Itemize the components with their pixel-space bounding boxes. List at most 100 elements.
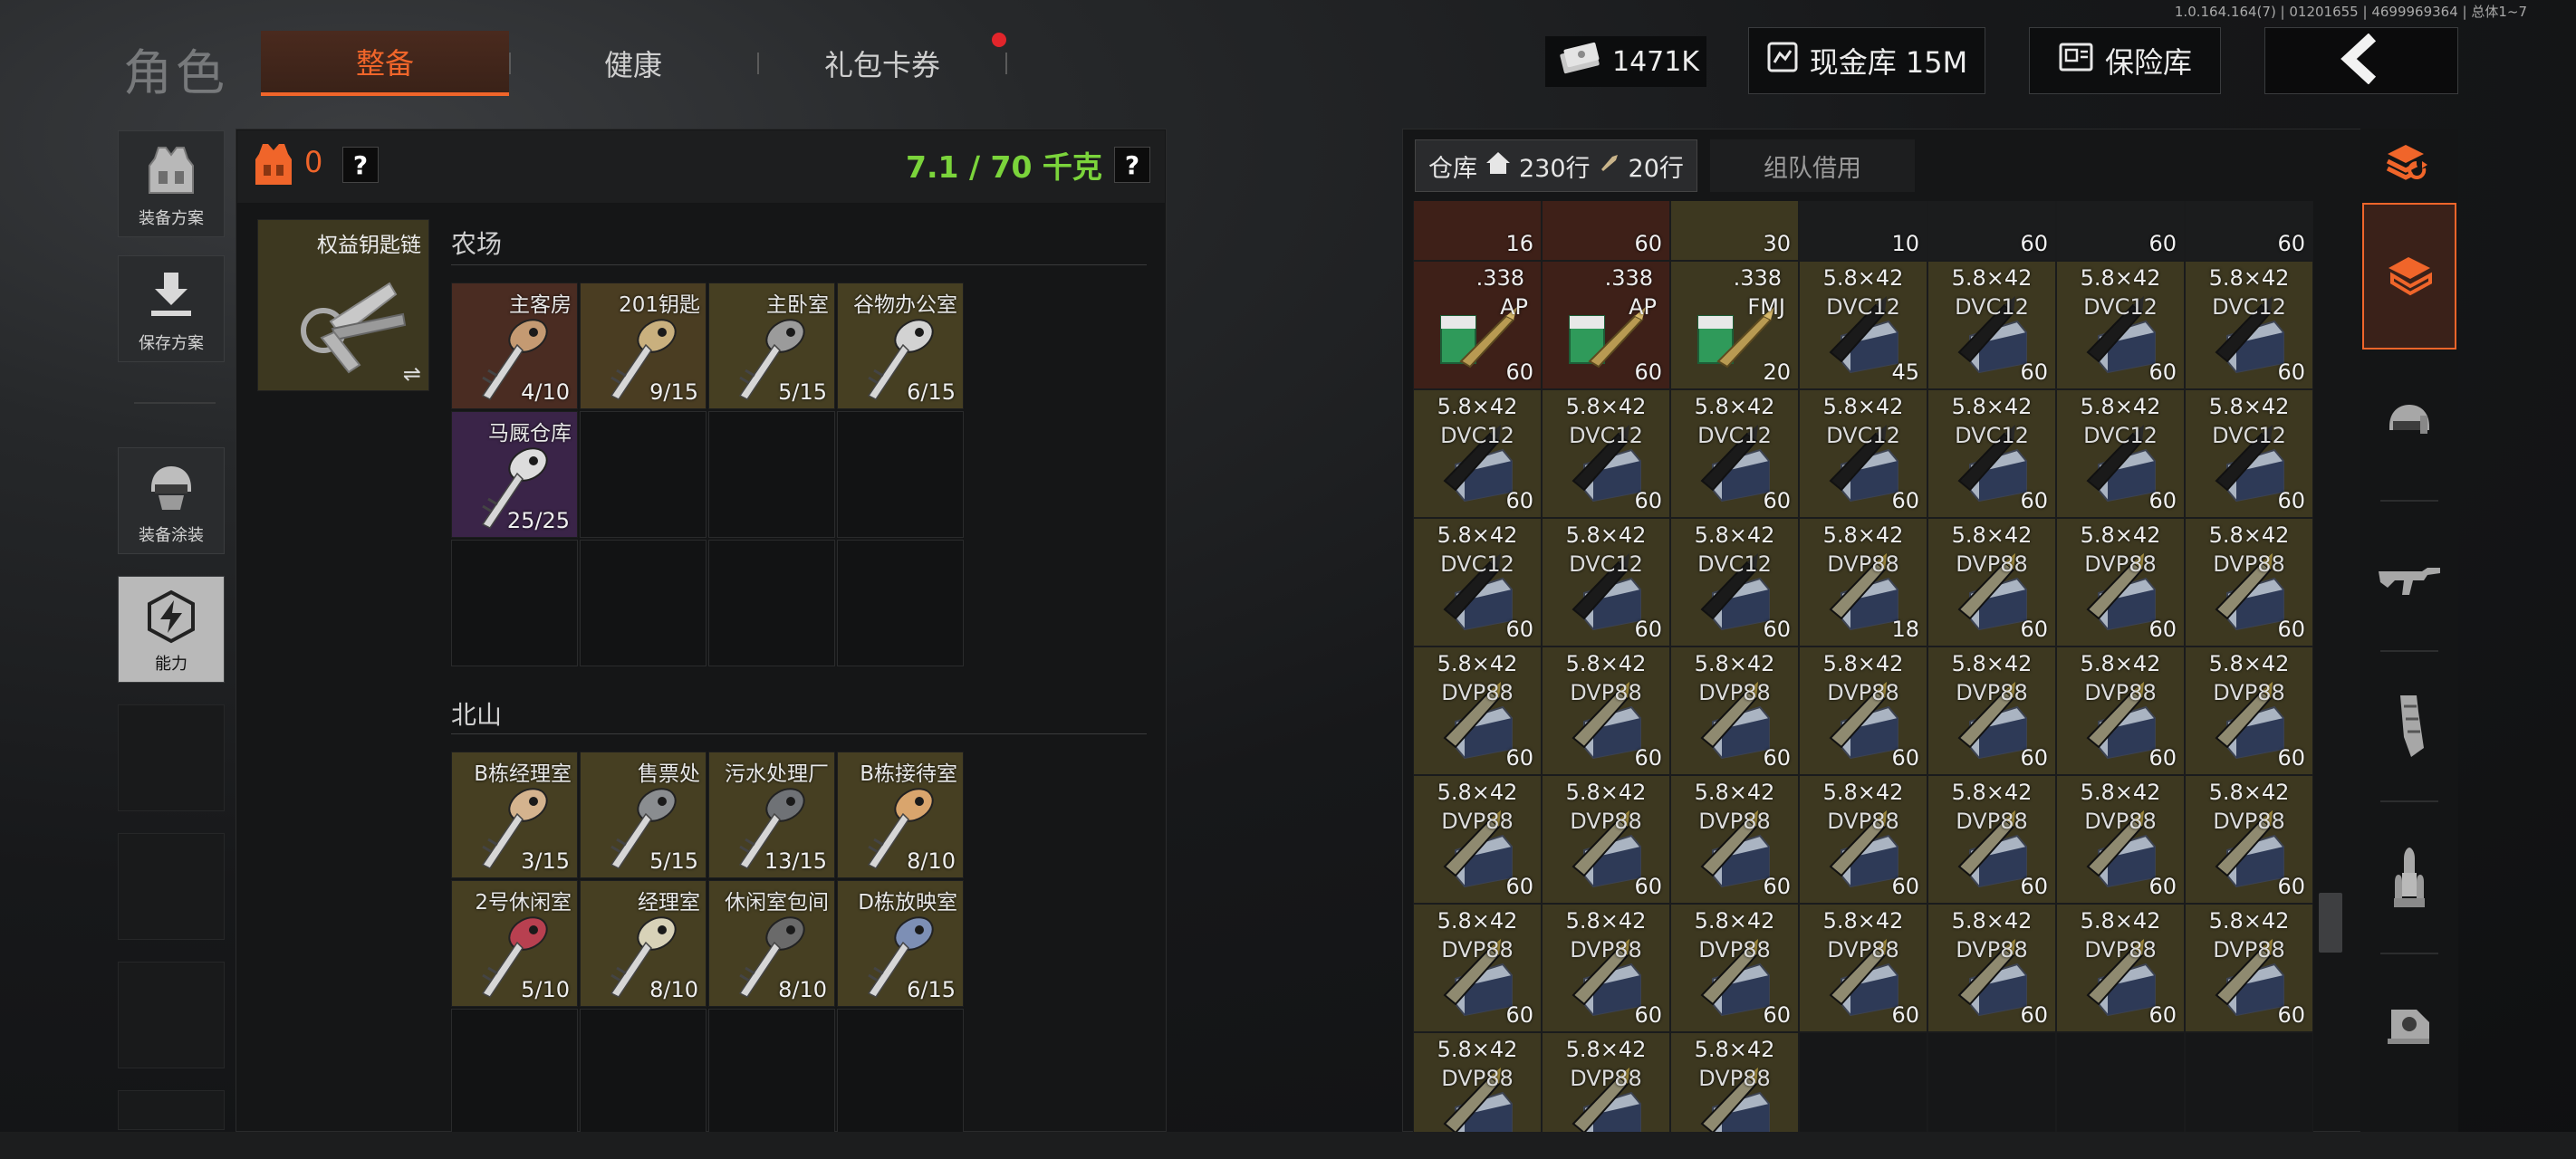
stash-item[interactable]: 5.8×42 DVP88 60 (2185, 518, 2313, 647)
stash-item[interactable]: 5.8×42 DVP88 60 (1927, 904, 2056, 1032)
stash-item[interactable]: 5.8×42 DVC12 60 (2056, 389, 2185, 518)
stash-item[interactable]: 5.8×42 DVC12 60 (2185, 389, 2313, 518)
key-slot[interactable]: 谷物办公室 6/15 (837, 283, 964, 409)
key-slot[interactable]: B栋接待室 8/10 (837, 752, 964, 878)
cash-vault-button[interactable]: 现金库 15M (1748, 27, 1985, 94)
stash-item[interactable]: 60 (2185, 201, 2313, 261)
stash-item[interactable]: 5.8×42 DVC12 60 (1670, 518, 1799, 647)
gear-skin-button[interactable]: 装备涂装 (118, 447, 225, 554)
stash-item[interactable]: 60 (1927, 201, 2056, 261)
empty-key-slot[interactable] (580, 540, 706, 666)
stash-item[interactable]: 5.8×42 DVP88 60 (2056, 904, 2185, 1032)
category-storage[interactable] (2362, 203, 2456, 350)
stash-item[interactable]: 5.8×42 DVC12 60 (1799, 389, 1927, 518)
back-button[interactable] (2264, 27, 2458, 94)
weight-help-button[interactable]: ? (1114, 147, 1150, 183)
key-slot[interactable]: 经理室 8/10 (580, 880, 706, 1007)
empty-key-slot[interactable] (580, 411, 706, 538)
stash-item[interactable]: 60 (2056, 201, 2185, 261)
stash-scrollbar[interactable] (2319, 893, 2342, 953)
stash-item[interactable]: 5.8×42 DVC12 60 (1413, 389, 1542, 518)
stash-item[interactable]: 5.8×42 DVP88 60 (1799, 904, 1927, 1032)
empty-key-slot[interactable] (708, 411, 835, 538)
stash-item[interactable]: .338 FMJ 20 (1670, 261, 1799, 389)
key-slot[interactable]: D栋放映室 6/15 (837, 880, 964, 1007)
stash-item[interactable]: 5.8×42 DVP88 60 (1670, 775, 1799, 904)
key-slot[interactable]: 马厩仓库 25/25 (451, 411, 578, 538)
stash-item[interactable]: 5.8×42 DVC12 60 (1542, 518, 1670, 647)
empty-key-slot[interactable] (451, 1009, 578, 1135)
empty-key-slot[interactable] (837, 540, 964, 666)
key-slot[interactable]: 售票处 5/15 (580, 752, 706, 878)
stash-item[interactable]: 5.8×42 DVP88 60 (1670, 647, 1799, 775)
stash-item[interactable]: 5.8×42 DVC12 60 (1670, 389, 1799, 518)
stash-item[interactable]: 5.8×42 DVC12 60 (1927, 261, 2056, 389)
stash-item[interactable]: 5.8×42 DVP88 60 (1542, 647, 1670, 775)
key-slot[interactable]: 主客房 4/10 (451, 283, 578, 409)
empty-key-slot[interactable] (708, 1009, 835, 1135)
swap-icon[interactable]: ⇌ (403, 361, 421, 387)
stash-item[interactable]: 5.8×42 DVP88 60 (1542, 775, 1670, 904)
insurance-button[interactable]: 保险库 (2029, 27, 2221, 94)
category-helmet[interactable] (2362, 380, 2456, 471)
key-slot[interactable]: B栋经理室 3/15 (451, 752, 578, 878)
category-ammo[interactable] (2362, 835, 2456, 925)
help-button[interactable]: ? (342, 147, 379, 183)
tab-stash[interactable]: 仓库 230行 20行 (1415, 139, 1697, 192)
empty-key-slot[interactable] (580, 1009, 706, 1135)
stash-item[interactable]: 5.8×42 DVP88 60 (1670, 904, 1799, 1032)
stash-item[interactable]: 5.8×42 DVP88 60 (1927, 518, 2056, 647)
stash-item[interactable]: 16 (1413, 201, 1542, 261)
stash-item[interactable]: 5.8×42 DVP88 60 (2185, 647, 2313, 775)
ability-button[interactable]: 能力 (118, 576, 225, 683)
stash-item[interactable]: 5.8×42 DVC12 60 (2056, 261, 2185, 389)
empty-stash-slot[interactable] (1799, 1032, 1927, 1132)
stash-item[interactable]: 5.8×42 DVP88 60 (2056, 775, 2185, 904)
stash-item[interactable]: .338 AP 60 (1542, 261, 1670, 389)
key-slot[interactable]: 主卧室 5/15 (708, 283, 835, 409)
stash-item[interactable]: 5.8×42 DVC12 60 (1413, 518, 1542, 647)
empty-stash-slot[interactable] (2056, 1032, 2185, 1132)
stash-item[interactable]: 30 (1670, 201, 1799, 261)
stash-item[interactable]: 60 (1542, 201, 1670, 261)
category-magazine[interactable] (2362, 683, 2456, 773)
key-slot[interactable]: 污水处理厂 13/15 (708, 752, 835, 878)
key-slot[interactable]: 2号休闲室 5/10 (451, 880, 578, 1007)
stash-item[interactable]: 5.8×42 DVP88 60 (1413, 904, 1542, 1032)
empty-key-slot[interactable] (837, 1009, 964, 1135)
stash-item[interactable]: 5.8×42 DVC12 60 (1542, 389, 1670, 518)
stash-item[interactable]: 5.8×42 DVC12 45 (1799, 261, 1927, 389)
category-weapon[interactable] (2362, 534, 2456, 625)
stash-item[interactable]: 5.8×42 DVP88 (1670, 1032, 1799, 1132)
category-refresh[interactable] (2362, 136, 2456, 196)
key-slot[interactable]: 201钥匙 9/15 (580, 283, 706, 409)
key-slot[interactable]: 休闲室包间 8/10 (708, 880, 835, 1007)
stash-item[interactable]: 5.8×42 DVP88 60 (2185, 904, 2313, 1032)
empty-stash-slot[interactable] (1927, 1032, 2056, 1132)
tab-team-borrow[interactable]: 组队借用 (1710, 139, 1915, 192)
tab-loadout[interactable]: 整备 (261, 31, 509, 96)
empty-key-slot[interactable] (708, 540, 835, 666)
stash-item[interactable]: 5.8×42 DVP88 60 (1542, 904, 1670, 1032)
stash-item[interactable]: 5.8×42 DVP88 60 (1799, 647, 1927, 775)
stash-item[interactable]: 10 (1799, 201, 1927, 261)
category-attachment[interactable] (2362, 980, 2456, 1070)
stash-item[interactable]: 5.8×42 DVC12 60 (1927, 389, 2056, 518)
stash-item[interactable]: 5.8×42 DVP88 60 (1413, 775, 1542, 904)
empty-key-slot[interactable] (451, 540, 578, 666)
stash-item[interactable]: 5.8×42 DVP88 60 (2056, 518, 2185, 647)
stash-item[interactable]: 5.8×42 DVP88 60 (1927, 647, 2056, 775)
stash-item[interactable]: 5.8×42 DVP88 60 (1927, 775, 2056, 904)
stash-item[interactable]: 5.8×42 DVP88 (1413, 1032, 1542, 1132)
stash-item[interactable]: 5.8×42 DVP88 (1542, 1032, 1670, 1132)
loadout-plan-button[interactable]: 装备方案 (118, 130, 225, 237)
stash-item[interactable]: 5.8×42 DVP88 60 (1799, 775, 1927, 904)
save-plan-button[interactable]: 保存方案 (118, 255, 225, 362)
tab-health[interactable]: 健康 (511, 31, 755, 96)
stash-item[interactable]: 5.8×42 DVC12 60 (2185, 261, 2313, 389)
empty-stash-slot[interactable] (2185, 1032, 2313, 1132)
empty-key-slot[interactable] (837, 411, 964, 538)
keychain-slot[interactable]: 权益钥匙链 ⇌ (257, 219, 429, 391)
tab-gift-coupons[interactable]: 礼包卡券 (759, 31, 1005, 96)
stash-item[interactable]: 5.8×42 DVP88 60 (2056, 647, 2185, 775)
